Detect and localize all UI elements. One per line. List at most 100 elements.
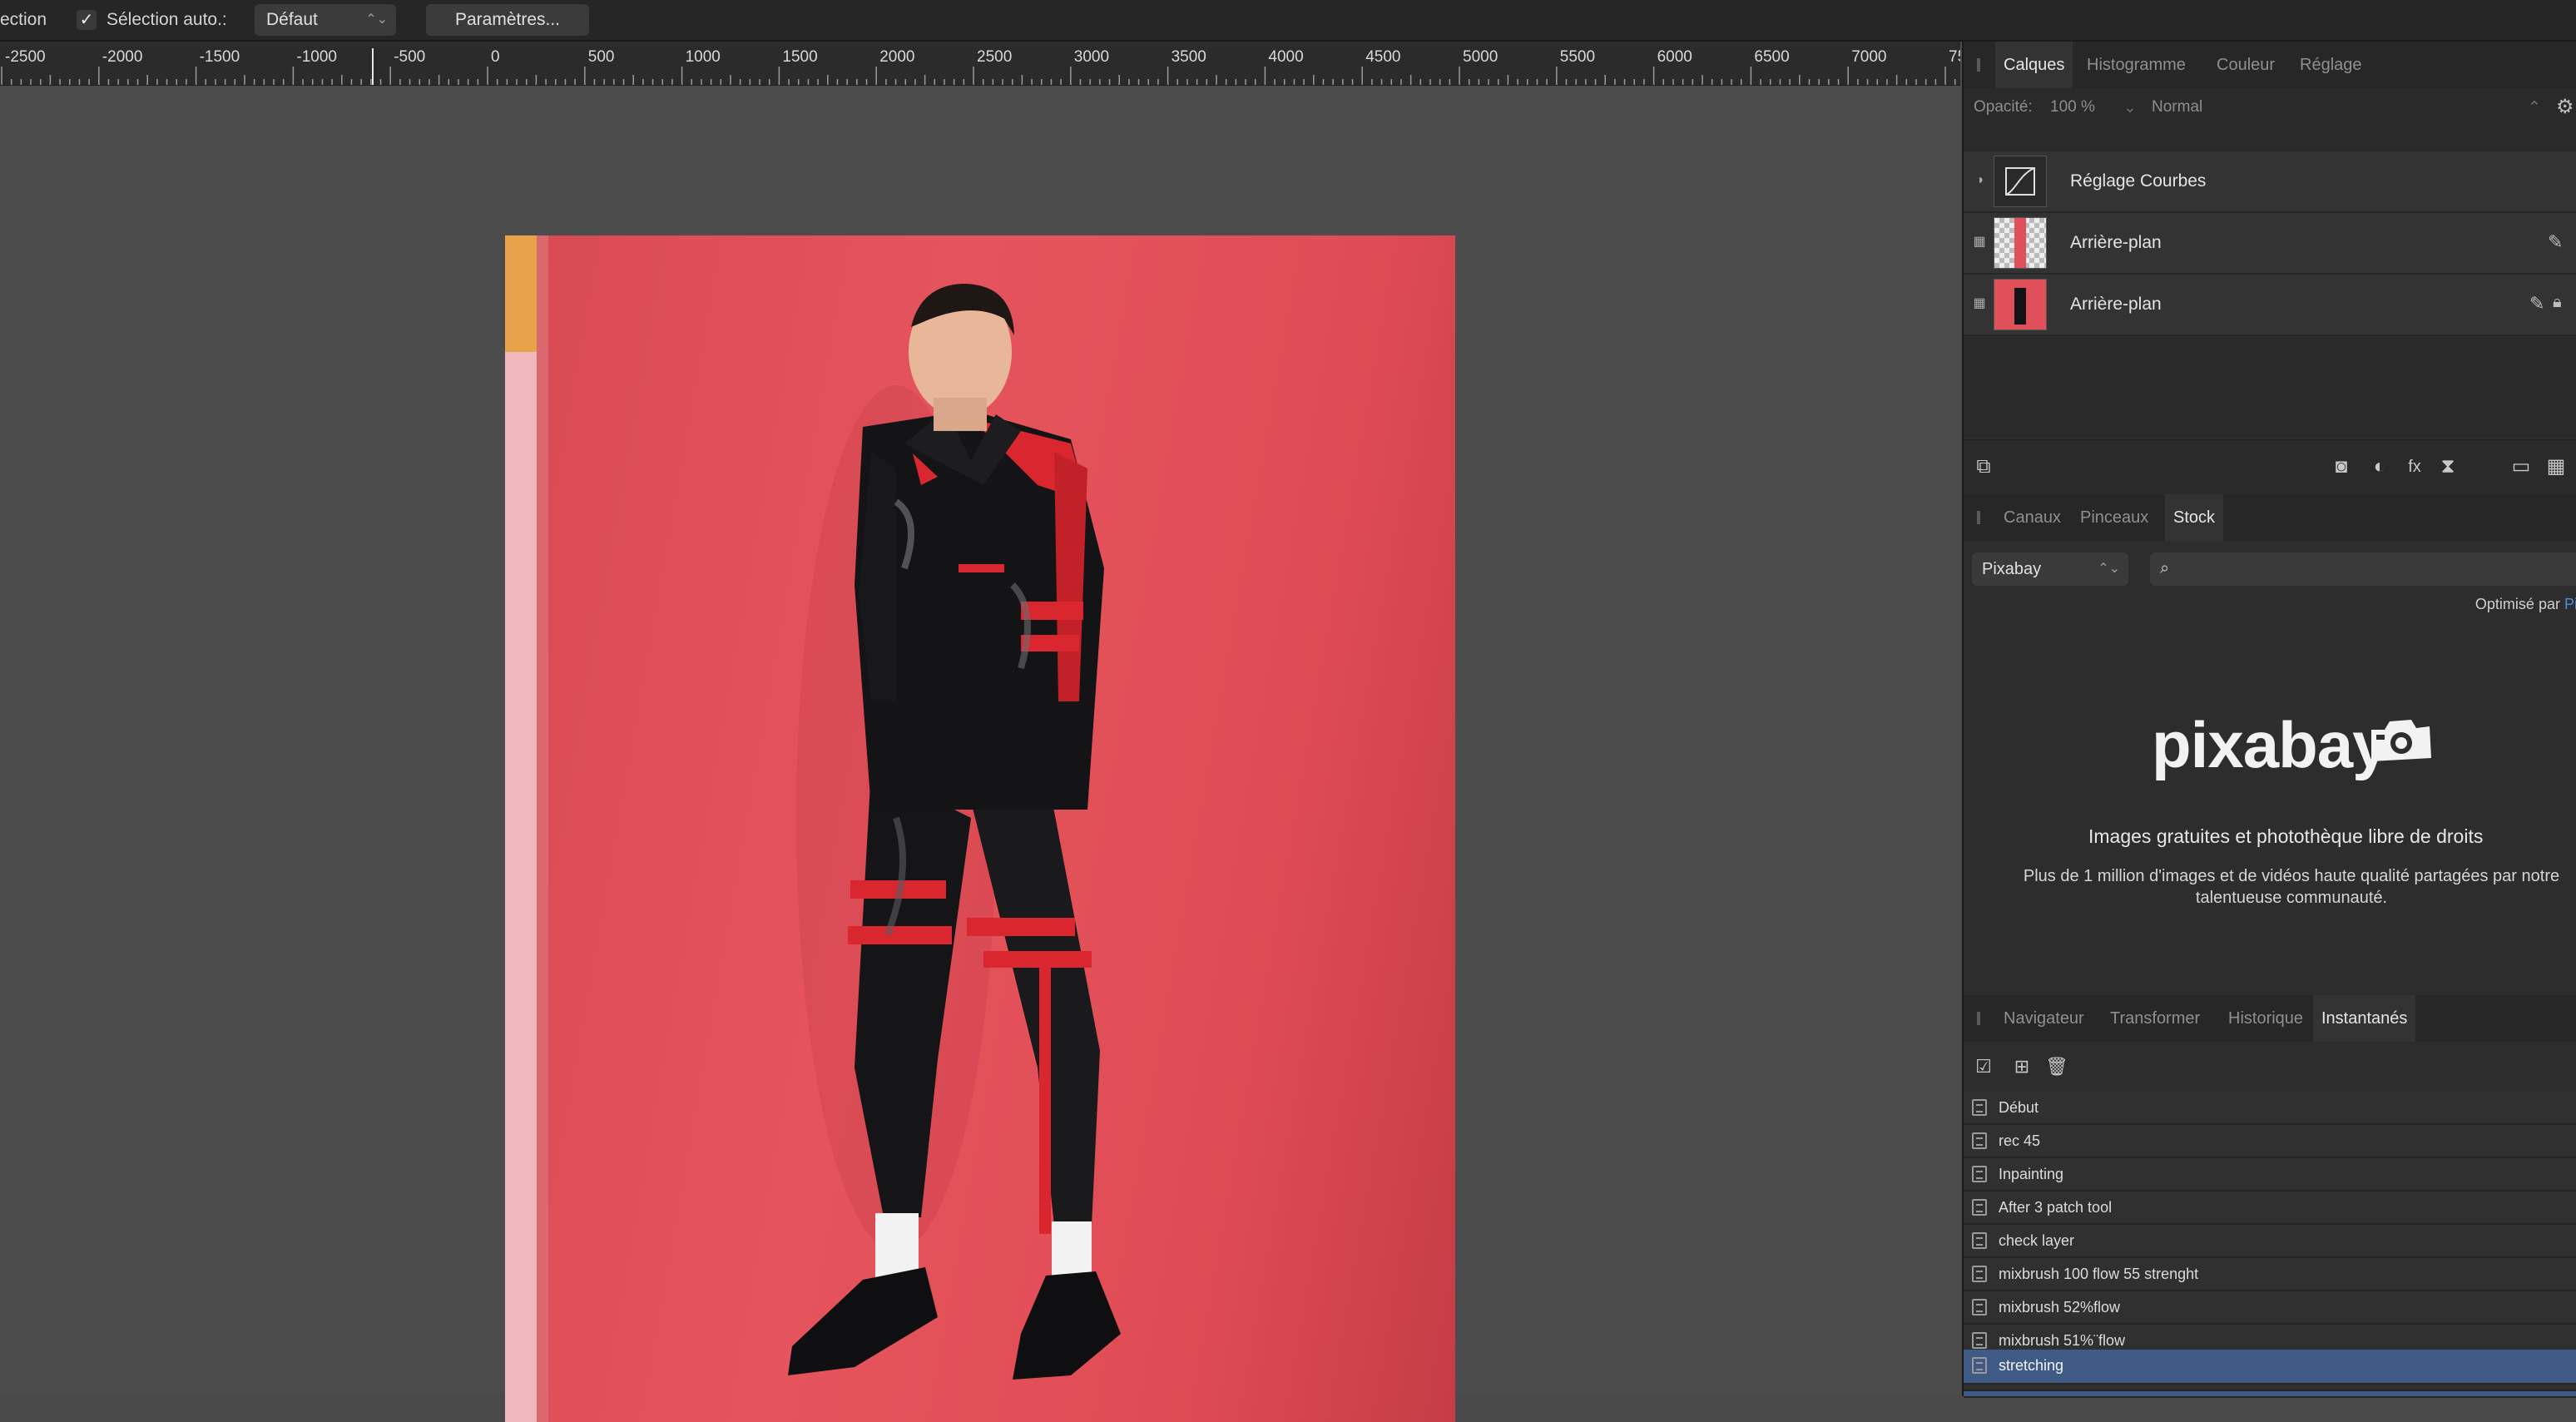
auto-select-label: Sélection auto.:: [107, 10, 227, 29]
tab-couleur[interactable]: Couleur: [2208, 42, 2283, 88]
checker-icon[interactable]: ▦: [1972, 235, 1987, 250]
mode-dropdown-value: Défaut: [266, 10, 318, 29]
list-item[interactable]: mixbrush 52%flow: [1964, 1291, 2576, 1325]
ruler-label: 3500: [1172, 48, 1206, 66]
ruler-label: -1500: [200, 48, 240, 66]
new-pixel-layer-icon[interactable]: ▦: [2543, 453, 2569, 480]
restore-snapshot-icon[interactable]: ☑: [1970, 1053, 1997, 1080]
list-item[interactable]: check layer: [1964, 1225, 2576, 1258]
stock-source-value: Pixabay: [1982, 560, 2042, 578]
stock-tabbar: Canaux Pinceaux Stock: [1964, 494, 2576, 541]
tab-instantanes[interactable]: Instantanés: [2313, 995, 2416, 1042]
ruler-label: 5500: [1560, 48, 1595, 66]
snapshot-label: mixbrush 100 flow 55 strenght: [1999, 1266, 2199, 1282]
powered-by-link[interactable]: Pi: [2564, 596, 2576, 612]
ruler-label: -2500: [5, 48, 46, 66]
add-snapshot-icon[interactable]: ⊞: [2009, 1053, 2035, 1080]
tab-calques[interactable]: Calques: [1995, 42, 2073, 88]
list-item[interactable]: mixbrush 100 flow 55 strenght: [1964, 1258, 2576, 1291]
brush-icon: ✎: [2529, 293, 2545, 314]
layer-row-background-1[interactable]: ▦ Arrière-plan ✎: [1964, 213, 2576, 275]
ruler-label: 0: [491, 48, 500, 66]
snapshot-icon: [1972, 1232, 1987, 1249]
layer-tools-bar: ⧉ ◙ ◐ fx ⧗ ▭ ▦: [1964, 439, 2576, 493]
list-item[interactable]: rec 45: [1964, 1125, 2576, 1158]
snapshot-icon: [1972, 1166, 1987, 1182]
blend-mode-dropdown[interactable]: Normal: [2152, 98, 2202, 116]
tab-pinceaux[interactable]: Pinceaux: [2072, 494, 2157, 541]
visibility-dot-icon[interactable]: ◑: [1972, 173, 1987, 188]
panel-grip-icon[interactable]: [1977, 1012, 1980, 1025]
snapshot-label: check layer: [1999, 1232, 2075, 1249]
stock-source-dropdown[interactable]: Pixabay ⌃⌄: [1972, 552, 2128, 586]
tab-reglage[interactable]: Réglage: [2291, 42, 2370, 88]
ruler-label: 4500: [1365, 48, 1400, 66]
selection-edge: [1964, 1395, 2576, 1398]
photo-layer[interactable]: [505, 235, 1455, 1422]
snapshot-icon: [1972, 1199, 1987, 1216]
mask-icon[interactable]: ◙: [2328, 453, 2355, 480]
checker-icon[interactable]: ▦: [1972, 296, 1987, 311]
tab-histogramme[interactable]: Histogramme: [2078, 42, 2194, 88]
layer-options-icon[interactable]: ⧉: [1970, 453, 1997, 480]
opacity-value[interactable]: 100 %: [2050, 98, 2095, 116]
tab-canaux[interactable]: Canaux: [1995, 494, 2069, 541]
lock-icon[interactable]: 🔒︎: [2553, 293, 2562, 312]
list-item[interactable]: After 3 patch tool: [1964, 1192, 2576, 1225]
layer-thumbnail: [1994, 279, 2047, 330]
tab-navigateur[interactable]: Navigateur: [1995, 995, 2093, 1042]
ruler-label: 500: [588, 48, 615, 66]
updown-arrows-icon: ⌃⌄: [365, 12, 388, 27]
layer-row-curves[interactable]: ◑ Réglage Courbes: [1964, 151, 2576, 213]
panel-grip-icon[interactable]: [1977, 511, 1980, 524]
layer-name: Arrière-plan: [2070, 295, 2162, 314]
context-toolbar: ection ✓ Sélection auto.: Défaut ⌃⌄ Para…: [0, 0, 2576, 42]
tool-name-label: ection: [0, 10, 47, 29]
man-in-tracksuit-image: [505, 235, 1121, 1422]
snapshot-icon: [1972, 1099, 1987, 1116]
document-canvas[interactable]: [0, 86, 1960, 1422]
gear-icon[interactable]: ⚙: [2556, 95, 2574, 119]
snapshot-label: After 3 patch tool: [1999, 1199, 2113, 1216]
list-item[interactable]: Inpainting: [1964, 1158, 2576, 1192]
layer-row-background-2[interactable]: ▦ Arrière-plan ✎ 🔒︎: [1964, 275, 2576, 336]
chevron-down-icon[interactable]: ⌄: [2123, 98, 2137, 117]
settings-button[interactable]: Paramètres...: [426, 4, 589, 36]
layers-tabbar: Calques Histogramme Couleur Réglage: [1964, 42, 2576, 88]
snapshot-label: rec 45: [1999, 1132, 2041, 1149]
panel-grip-icon[interactable]: [1977, 58, 1980, 72]
pixabay-logo: pixabay: [2152, 708, 2388, 781]
trash-icon[interactable]: 🗑︎: [2043, 1053, 2070, 1080]
ruler-label: 4000: [1268, 48, 1303, 66]
updown-arrows-icon: ⌃⌄: [2098, 562, 2120, 576]
fx-icon[interactable]: fx: [2401, 453, 2428, 480]
ruler-ticks: -2500 -2000 -1500 -1000 -500 0 500 1000 1500 2000…: [1, 48, 1960, 85]
tab-stock[interactable]: Stock: [2165, 494, 2224, 541]
ruler-label: 7000: [1851, 48, 1886, 66]
stock-search-input[interactable]: ⌕: [2150, 552, 2576, 586]
snapshot-icon: [1972, 1299, 1987, 1315]
ruler-label: 2500: [977, 48, 1012, 66]
stock-tagline: Images gratuites et photothèque libre de…: [2088, 825, 2484, 847]
folder-icon[interactable]: ▭: [2508, 453, 2534, 480]
tab-historique[interactable]: Historique: [2220, 995, 2311, 1042]
snapshot-label: Début: [1999, 1099, 2039, 1116]
list-item[interactable]: Début: [1964, 1092, 2576, 1125]
snapshot-item-stretching[interactable]: stretching: [1964, 1350, 2576, 1385]
curves-thumbnail: [1994, 156, 2047, 207]
snapshot-icon: [1972, 1132, 1987, 1149]
snapshot-label: stretching: [1999, 1357, 2064, 1374]
snapshot-icon: [1972, 1266, 1987, 1282]
snapshots-tabbar: Navigateur Transformer Historique Instan…: [1964, 995, 2576, 1042]
search-icon: ⌕: [2160, 559, 2170, 577]
auto-select-checkbox[interactable]: ✓: [77, 10, 97, 30]
updown-arrows-icon[interactable]: ⌃: [2528, 98, 2541, 117]
ruler-label: 5000: [1463, 48, 1498, 66]
ruler-label: 2000: [879, 48, 914, 66]
snapshot-tools: ☑ ⊞ 🗑︎: [1964, 1042, 2576, 1092]
mode-dropdown[interactable]: Défaut ⌃⌄: [255, 4, 396, 36]
tab-transformer[interactable]: Transformer: [2102, 995, 2208, 1042]
live-filter-icon[interactable]: ⧗: [2435, 453, 2461, 480]
adjustment-icon[interactable]: ◐: [2366, 453, 2393, 480]
horizontal-ruler[interactable]: -2500 -2000 -1500 -1000 -500 0 500 1000 1500 2000…: [0, 42, 1960, 86]
